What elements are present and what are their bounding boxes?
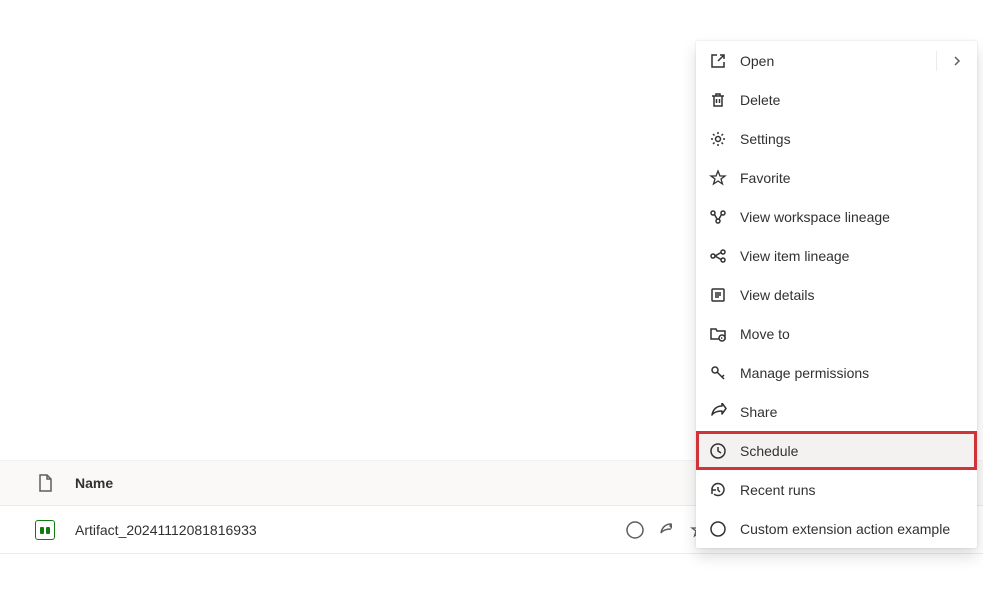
menu-item-share[interactable]: Share <box>696 392 977 431</box>
menu-label: Share <box>740 404 965 420</box>
history-icon <box>708 480 728 500</box>
menu-item-favorite[interactable]: Favorite <box>696 158 977 197</box>
circle-icon <box>708 519 728 539</box>
menu-item-settings[interactable]: Settings <box>696 119 977 158</box>
menu-label: Schedule <box>740 443 965 459</box>
menu-label: Settings <box>740 131 965 147</box>
menu-item-recent-runs[interactable]: Recent runs <box>696 470 977 509</box>
gear-icon <box>708 129 728 149</box>
details-icon <box>708 285 728 305</box>
menu-item-open[interactable]: Open <box>696 41 977 80</box>
menu-item-workspace-lineage[interactable]: View workspace lineage <box>696 197 977 236</box>
menu-label: Custom extension action example <box>740 521 965 537</box>
clock-icon <box>708 441 728 461</box>
chevron-right-icon <box>949 53 965 69</box>
menu-item-delete[interactable]: Delete <box>696 80 977 119</box>
menu-label: Delete <box>740 92 965 108</box>
open-icon <box>708 51 728 71</box>
menu-label: Recent runs <box>740 482 965 498</box>
share-icon <box>708 402 728 422</box>
menu-item-view-details[interactable]: View details <box>696 275 977 314</box>
menu-item-item-lineage[interactable]: View item lineage <box>696 236 977 275</box>
menu-label: Open <box>740 53 949 69</box>
item-lineage-icon <box>708 246 728 266</box>
menu-label: Move to <box>740 326 965 342</box>
column-name-header[interactable]: Name <box>70 475 573 491</box>
context-menu: Open Delete <box>696 41 977 548</box>
row-name[interactable]: Artifact_20241112081816933 <box>70 522 573 538</box>
share-icon[interactable] <box>657 520 677 540</box>
key-icon <box>708 363 728 383</box>
artifact-icon <box>35 520 55 540</box>
content-area: Name Type Artifact_20241112081816933 <box>0 0 983 596</box>
menu-item-move-to[interactable]: Move to <box>696 314 977 353</box>
menu-label: View details <box>740 287 965 303</box>
row-item-icon <box>20 520 70 540</box>
menu-item-schedule[interactable]: Schedule <box>696 431 977 470</box>
file-icon <box>38 474 52 492</box>
menu-item-custom-extension[interactable]: Custom extension action example <box>696 509 977 548</box>
menu-label: View item lineage <box>740 248 965 264</box>
menu-label: Manage permissions <box>740 365 965 381</box>
folder-move-icon <box>708 324 728 344</box>
menu-label: Favorite <box>740 170 965 186</box>
menu-label: View workspace lineage <box>740 209 965 225</box>
trash-icon <box>708 90 728 110</box>
radio-select-icon[interactable] <box>625 520 645 540</box>
star-icon <box>708 168 728 188</box>
menu-item-manage-permissions[interactable]: Manage permissions <box>696 353 977 392</box>
lineage-icon <box>708 207 728 227</box>
column-icon-header <box>20 474 70 492</box>
